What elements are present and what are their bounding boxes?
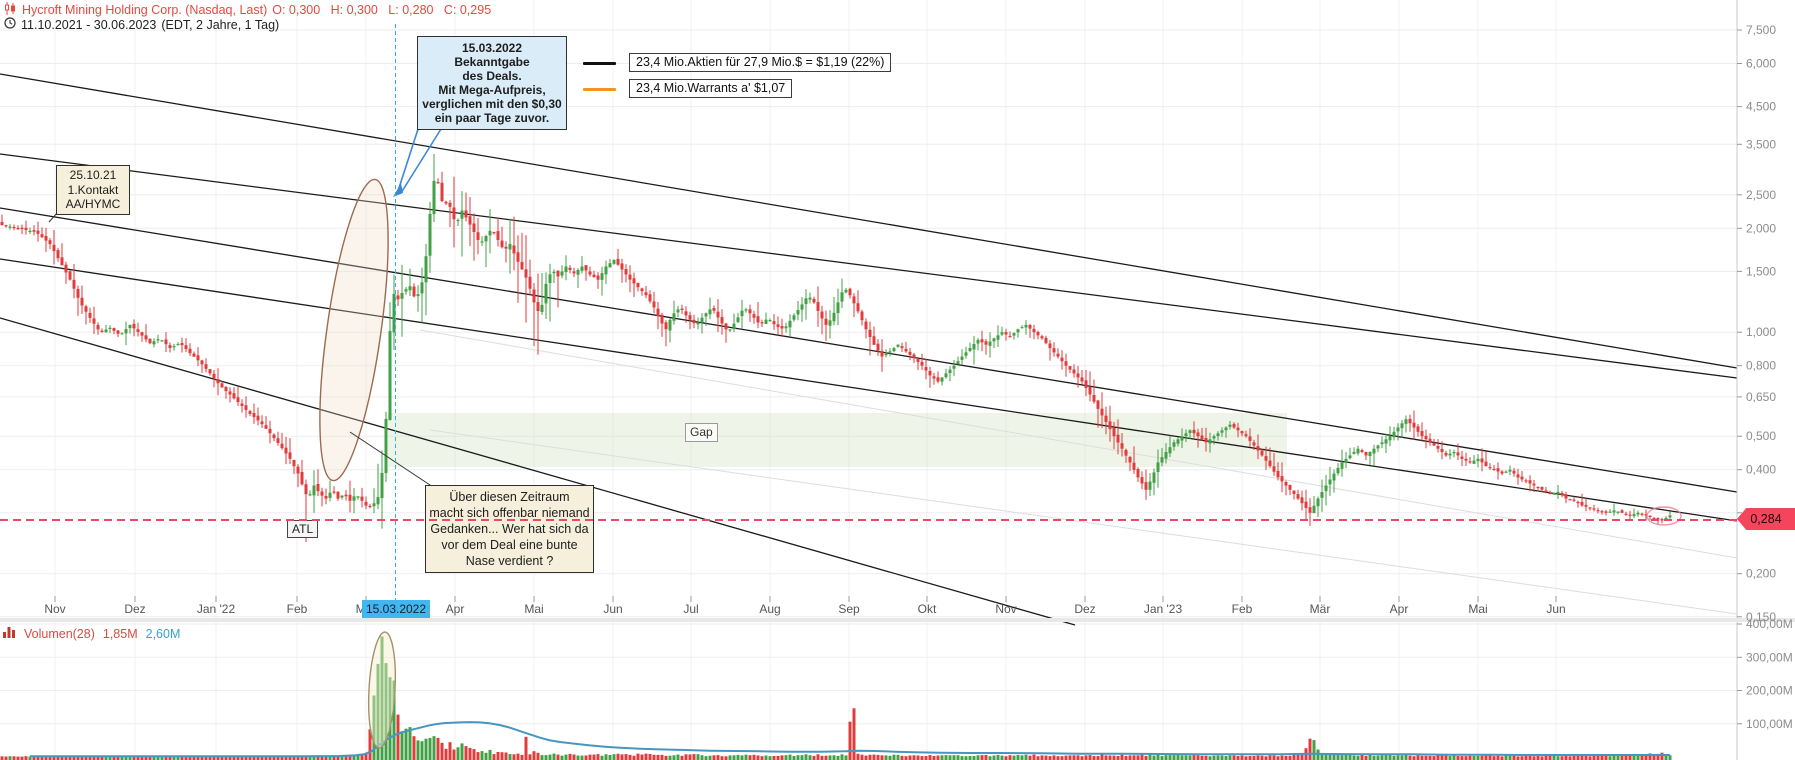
svg-text:Dez: Dez [1074,602,1095,616]
chart-window: Nov Dez Jan '22 Feb Mär Apr Mai Jun Jul Aug Sep Okt… [0,0,1795,760]
atl-label[interactable]: ATL [287,520,318,538]
volume-bars [1,637,1672,760]
svg-text:4,500: 4,500 [1746,100,1776,114]
first-contact-annotation-box[interactable]: 25.10.21 1.Kontakt AA/HYMC [56,165,130,215]
shares-legend-box[interactable]: 23,4 Mio.Aktien für 27,9 Mio.$ = $1,19 (… [629,53,891,72]
svg-text:6,000: 6,000 [1746,57,1776,71]
price-volume-chart[interactable]: Nov Dez Jan '22 Feb Mär Apr Mai Jun Jul Aug Sep Okt… [0,0,1795,760]
svg-text:Jun: Jun [1546,602,1565,616]
svg-text:Jul: Jul [683,602,698,616]
svg-text:400,00M: 400,00M [1746,617,1793,631]
y-axis-panel [1737,0,1795,760]
last-price-dashed-line[interactable] [0,519,1737,521]
svg-text:100,00M: 100,00M [1746,717,1793,731]
candles [1,154,1672,542]
range-header: 11.10.2021 - 30.06.2023 (EDT, 2 Jahre, 1… [4,17,279,32]
svg-text:0,400: 0,400 [1746,463,1776,477]
deal-annotation-box[interactable]: 15.03.2022 Bekanntgabe des Deals. Mit Me… [417,36,567,130]
thoughts-annotation-box[interactable]: Über diesen Zeitraum macht sich offenbar… [425,485,594,573]
svg-text:Nov: Nov [995,602,1016,616]
svg-text:Mär: Mär [1310,602,1331,616]
interval-info: (EDT, 2 Jahre, 1 Tag) [161,18,279,32]
candlestick-icon [4,2,17,18]
volume-bars-icon [3,626,16,641]
svg-text:0,800: 0,800 [1746,359,1776,373]
event-date-vertical-line[interactable] [395,24,396,601]
svg-text:3,500: 3,500 [1746,137,1776,151]
ohlc-values: O: 0,300 H: 0,300 L: 0,280 C: 0,295 [272,3,491,17]
svg-text:Feb: Feb [287,602,308,616]
svg-text:0,200: 0,200 [1746,567,1776,581]
volume-ma-value: 2,60M [146,627,181,641]
svg-text:2,000: 2,000 [1746,221,1776,235]
svg-text:Jun: Jun [603,602,622,616]
svg-text:Sep: Sep [838,602,860,616]
x-axis-date-tag[interactable]: 15.03.2022 [362,600,430,618]
volume-indicator-label[interactable]: Volumen(28) [24,627,95,641]
instrument-title[interactable]: Hycroft Mining Holding Corp. (Nasdaq, La… [22,3,267,17]
svg-text:1,500: 1,500 [1746,264,1776,278]
svg-text:Feb: Feb [1232,602,1253,616]
svg-text:Mai: Mai [1468,602,1487,616]
shares-legend-line [583,62,616,65]
svg-text:Apr: Apr [1390,602,1409,616]
gridlines [0,0,1737,757]
instrument-header: Hycroft Mining Holding Corp. (Nasdaq, La… [4,2,491,18]
drawn-ellipse-0 [306,176,402,485]
gap-band [388,413,1287,467]
warrants-legend-box[interactable]: 23,4 Mio.Warrants a' $1,07 [629,79,792,98]
volume-legend: Volumen(28) 1,85M 2,60M [3,626,180,641]
svg-text:Nov: Nov [44,602,65,616]
clock-icon [4,17,16,32]
warrants-legend-line [583,88,616,91]
pane-separator [0,618,1795,622]
x-axis-labels: Nov Dez Jan '22 Feb Mär Apr Mai Jun Jul Aug Sep Okt… [44,596,1565,616]
trend-lines [0,74,1737,625]
svg-text:2,500: 2,500 [1746,188,1776,202]
svg-text:0,500: 0,500 [1746,429,1776,443]
svg-text:Okt: Okt [918,602,937,616]
svg-text:Dez: Dez [124,602,145,616]
svg-text:Mai: Mai [524,602,543,616]
svg-text:1,000: 1,000 [1746,325,1776,339]
svg-text:200,00M: 200,00M [1746,684,1793,698]
svg-text:300,00M: 300,00M [1746,650,1793,664]
svg-text:7,500: 7,500 [1746,23,1776,37]
svg-text:Aug: Aug [759,602,780,616]
svg-text:Apr: Apr [446,602,465,616]
last-price-tag: 0,284 [1737,508,1795,530]
gap-label[interactable]: Gap [685,423,718,442]
svg-text:Jan '23: Jan '23 [1144,602,1183,616]
date-range[interactable]: 11.10.2021 - 30.06.2023 [21,18,156,32]
svg-text:Jan '22: Jan '22 [197,602,236,616]
svg-text:0,650: 0,650 [1746,390,1776,404]
volume-value: 1,85M [103,627,138,641]
